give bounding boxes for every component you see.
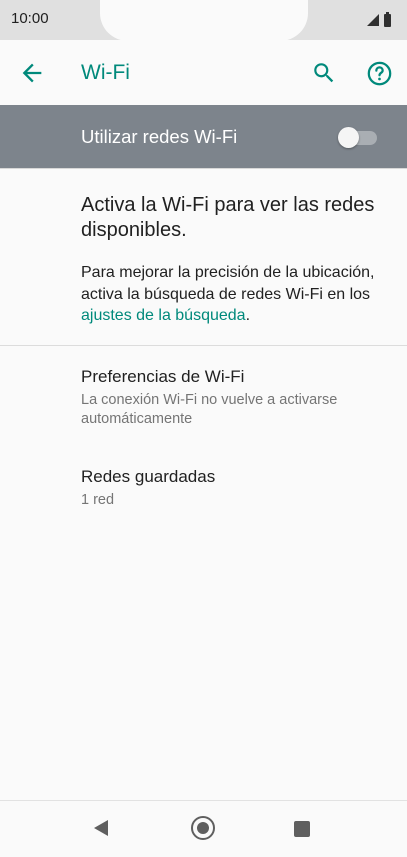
saved-networks-title: Redes guardadas <box>81 467 216 486</box>
status-time: 10:00 <box>11 10 49 27</box>
saved-networks-summary: 1 red <box>81 492 115 508</box>
help-icon[interactable] <box>366 60 393 87</box>
navigation-bar <box>0 800 407 857</box>
divider <box>0 345 407 346</box>
wifi-preferences-title: Preferencias de Wi-Fi <box>81 367 245 386</box>
location-scanning-note: Para mejorar la precisión de la ubi­caci… <box>81 262 381 327</box>
page-title: Wi-Fi <box>81 61 130 84</box>
scanning-settings-link[interactable]: ajustes de la búsqueda <box>81 307 246 324</box>
location-note-end: . <box>245 307 251 324</box>
back-arrow-icon[interactable] <box>18 59 46 87</box>
battery-icon <box>384 11 391 27</box>
location-note-text: Para mejorar la precisión de la ubi­caci… <box>81 264 375 303</box>
wifi-master-switch-row[interactable]: Utilizar redes Wi-Fi <box>0 105 407 168</box>
camera-notch <box>100 0 308 41</box>
signal-icon <box>367 14 379 26</box>
saved-networks-item[interactable]: Redes guardadas 1 red <box>0 467 407 513</box>
divider <box>0 168 407 169</box>
wifi-preferences-summary: La conexión Wi-Fi no vuelve a activarse … <box>81 392 338 427</box>
nav-home-icon[interactable] <box>191 816 215 840</box>
nav-back-icon[interactable] <box>94 820 108 836</box>
app-bar: Wi-Fi <box>0 41 407 105</box>
wifi-toggle-thumb[interactable] <box>338 127 359 148</box>
wifi-off-message: Activa la Wi-Fi para ver las redes dispo… <box>81 194 375 241</box>
nav-recents-icon[interactable] <box>294 821 310 837</box>
search-icon[interactable] <box>311 60 337 86</box>
status-icons <box>367 11 391 28</box>
wifi-master-switch-label: Utilizar redes Wi-Fi <box>81 126 238 147</box>
wifi-preferences-item[interactable]: Preferencias de Wi-Fi La conexión Wi-Fi … <box>0 367 407 433</box>
